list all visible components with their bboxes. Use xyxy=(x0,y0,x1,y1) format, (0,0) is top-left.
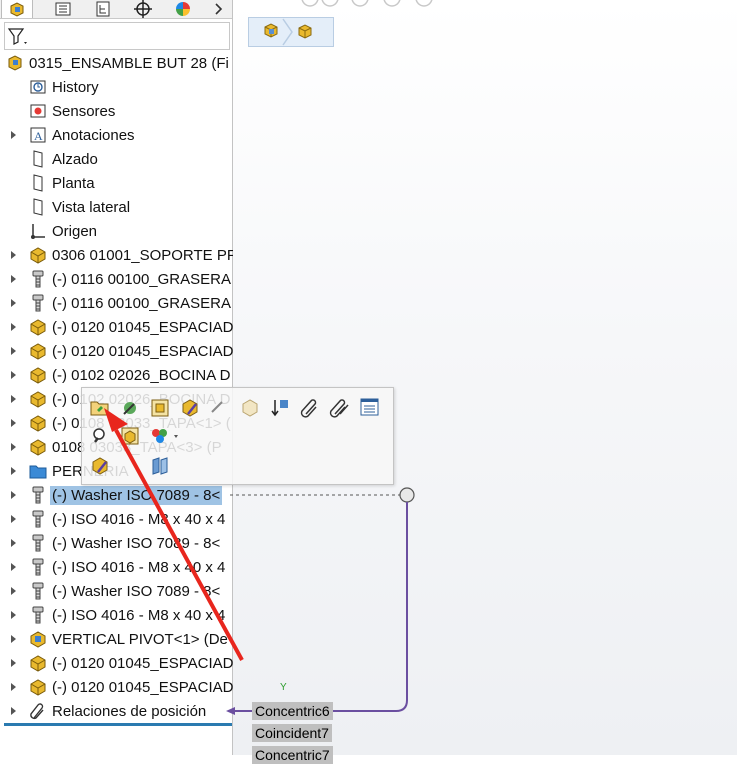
annotation-arrow xyxy=(104,408,244,661)
